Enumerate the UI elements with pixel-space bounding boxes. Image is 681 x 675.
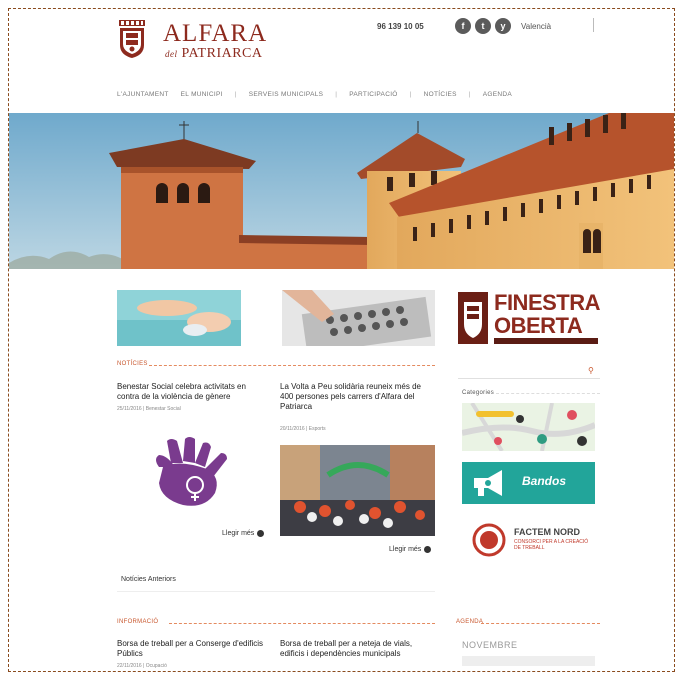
megaphone-icon bbox=[474, 470, 502, 496]
news-date-2: 20/11/2016 bbox=[280, 426, 305, 432]
info-category-1[interactable]: Ocupació bbox=[146, 663, 167, 669]
phone-number: 96 139 10 05 bbox=[377, 22, 424, 31]
nav-item-ajuntament[interactable]: L'AJUNTAMENT bbox=[117, 91, 169, 98]
site-subtitle[interactable]: del PATRIARCA bbox=[165, 46, 263, 62]
nav-separator: | bbox=[409, 91, 412, 98]
factem-nord-banner[interactable]: FACTEM NORD CONSORCI PER A LA CREACIÓ DE… bbox=[462, 519, 595, 561]
news-meta-2: 20/11/2016 | Esports bbox=[280, 426, 326, 432]
factem-subtitle: CONSORCI PER A LA CREACIÓ DE TREBALL bbox=[514, 539, 589, 551]
page: ALFARA del PATRIARCA 96 139 10 05 f t y … bbox=[9, 9, 674, 671]
read-more-link-2[interactable]: Llegir més bbox=[389, 546, 432, 553]
section-label-agenda: AGENDA bbox=[456, 619, 484, 625]
news-title-1[interactable]: Benestar Social celebra activitats en co… bbox=[117, 382, 269, 402]
arrow-circle-icon bbox=[424, 546, 432, 553]
section-label-news: NOTÍCIES bbox=[117, 361, 148, 367]
map-banner[interactable] bbox=[462, 403, 595, 451]
calendar-month: NOVEMBRE bbox=[462, 640, 518, 650]
factem-logo-icon bbox=[472, 523, 506, 557]
read-more-label-2: Llegir més bbox=[389, 546, 422, 553]
nav-item-agenda[interactable]: AGENDA bbox=[483, 91, 512, 98]
nav-separator: | bbox=[468, 91, 471, 98]
section-label-info: INFORMACIÓ bbox=[117, 619, 159, 625]
calendar-header bbox=[462, 656, 595, 666]
finestra-title[interactable]: FINESTRA bbox=[494, 292, 601, 314]
search-icon[interactable]: ⚲ bbox=[588, 366, 594, 375]
dotted-divider bbox=[169, 623, 435, 624]
read-more-link-1[interactable]: Llegir més bbox=[222, 530, 265, 537]
info-title-2[interactable]: Borsa de treball per a neteja de vials, … bbox=[280, 639, 432, 659]
crest-logo[interactable] bbox=[117, 19, 147, 59]
nav-item-participacio[interactable]: PARTICIPACIÓ bbox=[349, 91, 397, 98]
site-subtitle-name: PATRIARCA bbox=[181, 46, 263, 61]
tile-image-calculator[interactable] bbox=[282, 290, 435, 346]
page-frame: ALFARA del PATRIARCA 96 139 10 05 f t y … bbox=[8, 8, 675, 672]
info-meta-1: 22/11/2016 | Ocupació bbox=[117, 663, 167, 669]
nav-item-municipi[interactable]: EL MUNICIPI bbox=[181, 91, 223, 98]
nav-item-noticies[interactable]: NOTÍCIES bbox=[424, 91, 457, 98]
nav-separator: | bbox=[335, 91, 338, 98]
divider-line bbox=[117, 591, 435, 592]
header-divider bbox=[593, 18, 594, 32]
news-title-2[interactable]: La Volta a Peu solidària reuneix més de … bbox=[280, 382, 436, 412]
finestra-bar: PUNT D'ATENCIÓ CIUTADANA MUNICIPAL bbox=[494, 338, 598, 352]
read-more-label-1: Llegir més bbox=[222, 530, 255, 537]
news-category-2[interactable]: Esports bbox=[309, 426, 326, 432]
hero-banner-image bbox=[9, 113, 674, 269]
race-photo-image[interactable] bbox=[280, 445, 435, 536]
info-date-1: 22/11/2016 bbox=[117, 663, 142, 669]
youtube-icon[interactable]: y bbox=[495, 18, 511, 34]
factem-title: FACTEM NORD bbox=[514, 527, 580, 537]
dotted-divider bbox=[149, 365, 435, 366]
oberta-title[interactable]: OBERTA bbox=[494, 315, 583, 337]
nav-item-serveis[interactable]: SERVEIS MUNICIPALS bbox=[249, 91, 324, 98]
news-category-1[interactable]: Benestar Social bbox=[146, 406, 181, 412]
tile-image-hands-mouse[interactable] bbox=[117, 290, 241, 346]
news-date-1: 25/11/2016 bbox=[117, 406, 142, 412]
dotted-divider bbox=[481, 623, 600, 624]
previous-news-link[interactable]: Notícies Anteriors bbox=[121, 576, 176, 583]
dotted-divider bbox=[496, 393, 600, 394]
twitter-icon[interactable]: t bbox=[475, 18, 491, 34]
purple-hand-image[interactable] bbox=[149, 437, 241, 511]
site-subtitle-del: del bbox=[165, 49, 178, 59]
categories-label: Categories bbox=[462, 390, 495, 396]
search-input[interactable] bbox=[458, 363, 600, 379]
bandos-label: Bandos bbox=[522, 474, 567, 488]
finestra-bar-text: PUNT D'ATENCIÓ CIUTADANA MUNICIPAL bbox=[496, 348, 556, 352]
info-title-1[interactable]: Borsa de treball per a Conserge d'edific… bbox=[117, 639, 265, 659]
arrow-circle-icon bbox=[257, 530, 265, 537]
site-title[interactable]: ALFARA bbox=[163, 21, 267, 46]
main-nav: L'AJUNTAMENT EL MUNICIPI | SERVEIS MUNIC… bbox=[117, 91, 512, 98]
facebook-icon[interactable]: f bbox=[455, 18, 471, 34]
news-meta-1: 25/11/2016 | Benestar Social bbox=[117, 406, 181, 412]
language-select[interactable]: Valencià bbox=[521, 22, 551, 31]
nav-separator: | bbox=[234, 91, 237, 98]
bandos-banner[interactable]: Bandos bbox=[462, 462, 595, 504]
